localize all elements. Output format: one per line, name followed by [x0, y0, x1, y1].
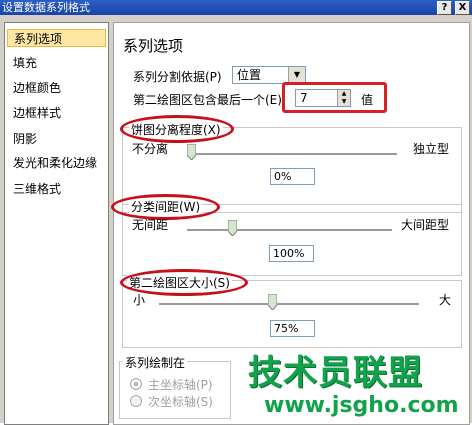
split-by-label: 系列分割依据(P) — [133, 70, 222, 84]
gap-width-max: 大间距型 — [401, 218, 450, 232]
watermark-url: www.jsgho.com — [264, 393, 459, 418]
plot-on-label: 系列绘制在 — [123, 354, 188, 371]
pie-explosion-min: 不分离 — [132, 142, 169, 156]
watermark-text: 技术员联盟 — [248, 353, 423, 393]
second-plot-size-thumb[interactable] — [268, 294, 277, 310]
primary-axis-label[interactable]: 主坐标轴(P) — [148, 376, 213, 393]
gap-width-value[interactable]: 100% — [269, 245, 314, 262]
second-plot-label: 第二绘图区包含最后一个(E) — [133, 93, 282, 107]
second-plot-size-max: 大 — [439, 293, 452, 307]
secondary-axis-radio[interactable] — [130, 395, 142, 407]
pie-explosion-track[interactable] — [187, 153, 397, 156]
secondary-axis-label[interactable]: 次坐标轴(S) — [148, 393, 213, 410]
title-bar: 设置数据系列格式 ? X — [0, 0, 472, 15]
second-plot-size-track[interactable] — [159, 303, 419, 306]
help-button[interactable]: ? — [437, 1, 452, 15]
second-plot-size-value[interactable]: 75% — [270, 320, 315, 337]
nav-item-glow-soft-edges[interactable]: 发光和柔化边缘 — [7, 154, 106, 172]
nav-item-series-options[interactable]: 系列选项 — [7, 29, 106, 47]
close-button[interactable]: X — [455, 1, 470, 15]
window-title: 设置数据系列格式 — [2, 1, 90, 14]
gap-width-thumb[interactable] — [228, 220, 237, 236]
annotation-highlight-box — [282, 82, 387, 113]
site-watermark-logo: 技术员联盟 www.jsgho.com — [248, 345, 472, 423]
section-title: 系列选项 — [123, 37, 184, 55]
nav-item-border-style[interactable]: 边框样式 — [7, 104, 106, 122]
nav-item-shadow[interactable]: 阴影 — [7, 130, 106, 148]
nav-item-3d-format[interactable]: 三维格式 — [7, 180, 106, 198]
chevron-down-icon[interactable]: ▼ — [288, 67, 305, 83]
pie-explosion-max: 独立型 — [413, 142, 450, 156]
category-list: 系列选项 填充 边框颜色 边框样式 阴影 发光和柔化边缘 三维格式 — [4, 22, 109, 425]
nav-item-fill[interactable]: 填充 — [7, 54, 106, 72]
annotation-oval-explosion — [120, 115, 234, 143]
gap-width-track[interactable] — [187, 229, 392, 232]
nav-item-border-color[interactable]: 边框颜色 — [7, 79, 106, 97]
gap-width-min: 无间距 — [132, 218, 169, 232]
second-plot-size-min: 小 — [133, 293, 146, 307]
pie-explosion-thumb[interactable] — [187, 144, 196, 160]
primary-axis-radio[interactable] — [130, 378, 142, 390]
pie-explosion-value[interactable]: 0% — [270, 168, 315, 185]
split-by-value: 位置 — [237, 68, 262, 82]
